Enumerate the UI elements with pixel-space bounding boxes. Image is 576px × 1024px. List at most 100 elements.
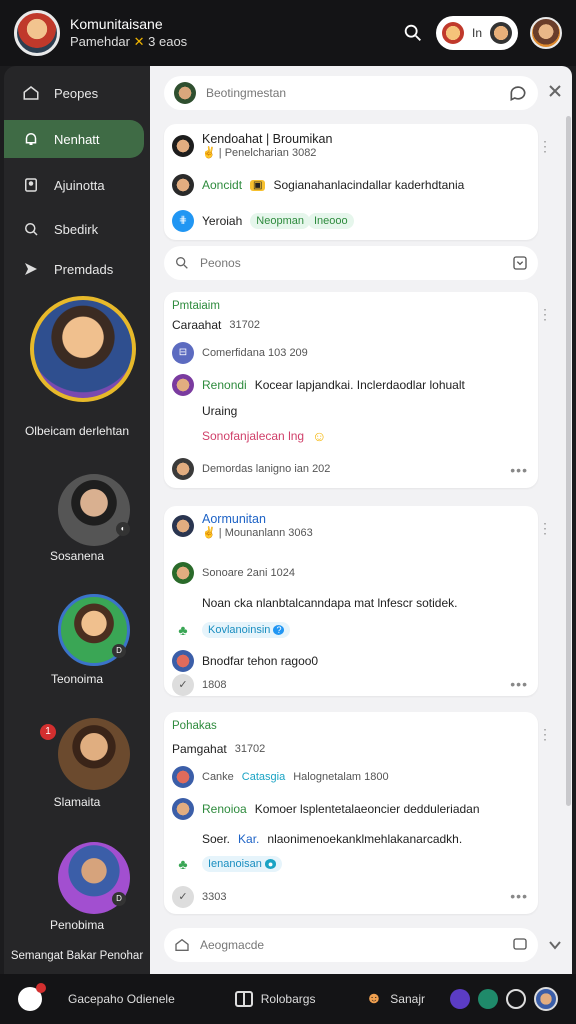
emoji-icon: ✌: [202, 147, 216, 159]
post-tag: Pmtaiaim: [172, 300, 220, 312]
compose-input[interactable]: Beotingmestan: [164, 76, 538, 110]
comment-avatar: [172, 798, 194, 820]
bottom-bar: Gacepaho Odienele Rolobargs ☻ Sanajr: [0, 974, 576, 1024]
pill-label: In: [471, 26, 482, 40]
footer-avatar: [172, 458, 194, 480]
more-vertical-icon[interactable]: ⋮: [538, 520, 552, 537]
post-avatar: [172, 514, 194, 537]
featured-profile-avatar[interactable]: [30, 296, 136, 402]
tag-chip[interactable]: Neopman: [250, 213, 310, 229]
more-horizontal-icon[interactable]: •••: [510, 676, 528, 692]
more-vertical-icon[interactable]: ⋮: [538, 306, 552, 323]
sidebar-item-search[interactable]: Sbedirk: [4, 210, 144, 248]
bell-icon: [25, 133, 37, 145]
comment-avatar: [172, 562, 194, 584]
search-placeholder: Peonos: [200, 256, 241, 270]
bottom-actions: [450, 987, 558, 1011]
comment-highlight: Kar.: [238, 832, 260, 846]
comment-text: Noan cka nlanbtalcanndapa mat lnfescr so…: [202, 596, 458, 610]
more-horizontal-icon[interactable]: •••: [510, 462, 528, 478]
home-icon: [23, 86, 39, 100]
main-panel: Beotingmestan Kendoahat | Broumikan ✌ | …: [150, 66, 572, 974]
app-title: Komunitaisane: [70, 16, 163, 32]
profile-caption-3: Teonoima: [50, 672, 104, 686]
check-icon: ✓: [172, 886, 194, 908]
post-meta: Comerfidana 103 209: [202, 347, 308, 359]
bottom-avatar: [18, 983, 46, 1011]
search-icon[interactable]: [402, 22, 424, 44]
top-bar: Komunitaisane Pamehdar ✕ 3 eaos In: [0, 0, 576, 66]
post-card-4[interactable]: Pohakas Pamgahat 31702 Canke Catasgia Ha…: [164, 712, 552, 914]
compose-avatar: [174, 82, 196, 104]
profile-caption-5: Penobima: [49, 918, 105, 932]
user-avatar[interactable]: [534, 987, 558, 1011]
user-avatar[interactable]: [530, 17, 562, 49]
post-tag: Pohakas: [172, 720, 217, 732]
comment-avatar: [172, 766, 194, 788]
game-icon[interactable]: [478, 989, 498, 1009]
status-dot: D: [112, 644, 126, 658]
featured-profile-caption: Olbeicam derlehtan: [24, 424, 130, 438]
comment-meta: Sonoare 2ani 1024: [202, 567, 295, 579]
comment-avatar: [172, 650, 194, 672]
comment-text-2: Uraing: [202, 404, 238, 418]
search-input[interactable]: Peonos: [164, 246, 538, 280]
comment-text: Komoer lsplentetalaeoncier dedduleriadan: [254, 802, 480, 816]
tag-chip[interactable]: Kovlanoinsin ?: [202, 622, 291, 638]
sidebar-item-send[interactable]: Premdads: [4, 250, 144, 288]
chat-bubble-icon[interactable]: [512, 937, 528, 953]
footer-text: Yeroiah: [202, 214, 243, 228]
more-vertical-icon[interactable]: ⋮: [538, 138, 552, 155]
profile-caption-2: Sosanena: [49, 549, 105, 563]
notification-badge: 1: [40, 724, 56, 740]
sidebar-item-label: Sbedirk: [54, 221, 99, 237]
pill-avatar-left: [442, 22, 464, 44]
comment-highlight: Catasgia: [241, 771, 286, 783]
filter-icon[interactable]: [512, 255, 528, 271]
scrollbar[interactable]: [566, 116, 571, 806]
header-actions: In: [402, 16, 562, 50]
post-card-3[interactable]: Aormunitan ✌ | Mounanlann 3063 Sonoare 2…: [164, 506, 552, 696]
subtitle-emblem-icon: ✕: [133, 34, 145, 49]
post-title: Kendoahat | Broumikan: [202, 132, 333, 146]
close-icon[interactable]: [548, 84, 562, 98]
tag-chip[interactable]: Ienanoisan ●: [202, 856, 283, 872]
sidebar: Peopes Nenhatt Ajuinotta Sbedirk Premdad…: [4, 66, 150, 974]
reply-input[interactable]: Aeogmacde: [164, 928, 538, 962]
post-card-2[interactable]: Pmtaiaim Caraahat 31702 ⊟ Comerfidana 10…: [164, 292, 552, 488]
comment-text: Soer.: [202, 832, 231, 846]
sidebar-item-notifications[interactable]: Nenhatt: [4, 120, 144, 158]
chat-bubble-icon[interactable]: [508, 83, 528, 103]
home-icon: [175, 938, 189, 951]
notification-pill[interactable]: In: [436, 16, 518, 50]
chevron-down-icon[interactable]: [548, 938, 562, 952]
post-number: 31702: [234, 743, 266, 755]
tag-chip[interactable]: Ineooo: [307, 213, 354, 229]
post-title: Caraahat: [172, 318, 222, 332]
community-icon: ⋕: [172, 210, 194, 232]
comment-text: Bnodfar tehon ragoo0: [202, 654, 319, 668]
clock-icon[interactable]: [506, 989, 526, 1009]
bottom-item-3[interactable]: ☻ Sanajr: [365, 990, 425, 1008]
sidebar-item-home[interactable]: Peopes: [4, 74, 144, 112]
profile-avatar-4[interactable]: [58, 718, 130, 790]
bottom-item-1[interactable]: Gacepaho Odienele: [18, 983, 175, 1011]
more-horizontal-icon[interactable]: •••: [510, 888, 528, 904]
bottom-item-2[interactable]: Rolobargs: [234, 991, 315, 1007]
info-icon: ?: [273, 625, 285, 635]
sidebar-item-label: Premdads: [54, 261, 114, 277]
send-icon[interactable]: [450, 989, 470, 1009]
compose-placeholder: Beotingmestan: [206, 86, 287, 100]
post-title: Aormunitan: [202, 512, 266, 526]
sidebar-footer-caption: Semangat Bakar Penohar: [10, 950, 144, 962]
post-avatar: [172, 134, 194, 157]
more-vertical-icon[interactable]: ⋮: [538, 726, 552, 743]
character-icon: ☻: [365, 990, 383, 1007]
sidebar-item-label: Nenhatt: [54, 131, 100, 147]
profile-avatar[interactable]: [14, 10, 60, 56]
comment-meta: Halognetalam 1800: [293, 771, 389, 783]
reaction-count: 1808: [202, 679, 227, 691]
post-card-1[interactable]: Kendoahat | Broumikan ✌ | Penelcharian 3…: [164, 124, 552, 240]
game-badge-icon: ▣: [250, 179, 266, 191]
sidebar-item-profile[interactable]: Ajuinotta: [4, 166, 144, 204]
